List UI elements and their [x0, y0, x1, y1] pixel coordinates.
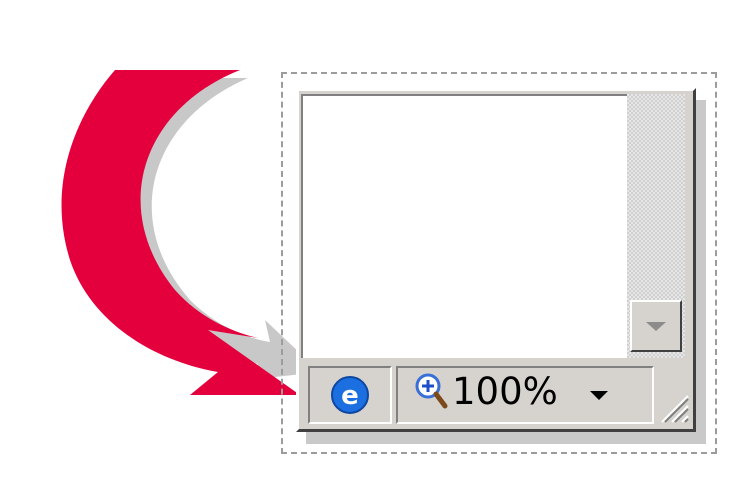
zoom-level-label: 100% — [452, 370, 558, 413]
scroll-down-arrow-icon — [646, 321, 666, 331]
zoom-dropdown-button[interactable] — [584, 385, 614, 405]
resize-grip-icon[interactable] — [654, 388, 690, 424]
security-zone-indicator[interactable]: e — [308, 366, 392, 424]
chevron-down-icon — [590, 390, 608, 400]
zoom-magnifier-icon — [415, 373, 448, 409]
page-content-area[interactable] — [301, 94, 627, 358]
svg-text:e: e — [341, 381, 359, 411]
scroll-down-button[interactable] — [630, 300, 682, 352]
internet-explorer-icon: e — [331, 376, 369, 414]
